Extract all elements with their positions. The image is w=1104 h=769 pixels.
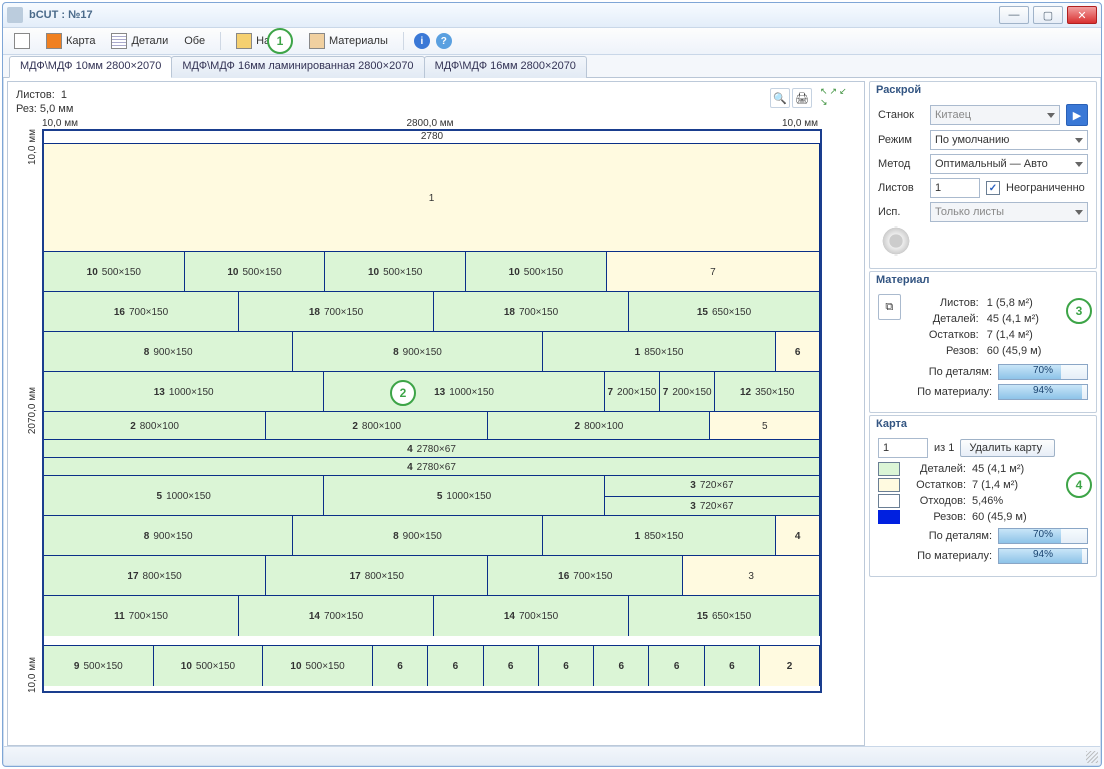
toolbar-btn-materials[interactable]: Материалы [304, 30, 393, 52]
map-of-label: из 1 [934, 442, 954, 454]
maximize-button[interactable]: ▢ [1033, 6, 1063, 24]
gear-icon [236, 33, 252, 49]
machine-select[interactable]: Китаец [930, 105, 1060, 125]
sheet-info: Листов: 1 Рез: 5,0 мм [16, 88, 73, 116]
details-icon [111, 33, 127, 49]
cutting-sheet[interactable]: 2780 406 150 150 150 150 100 150 150 [42, 129, 822, 693]
canvas-pane: Листов: 1 Рез: 5,0 мм 🔍 🖨 ↖↗↙↘ 10,0 мм [7, 81, 865, 746]
tab-mdf16lam[interactable]: МДФ\МДФ 16мм ламинированная 2800×2070 [171, 56, 424, 78]
panel-title: Материал [870, 272, 1096, 288]
unlimited-checkbox[interactable]: ✓ [986, 181, 1000, 195]
legend-waste-swatch [878, 494, 900, 508]
map-label: Карта [66, 35, 95, 47]
panel-material: Материал ⧉ Листов:1 (5,8 м²) Деталей:45 … [869, 271, 1097, 413]
top-width-label: 2780 [44, 131, 820, 142]
sheets-spin[interactable]: 1 [930, 178, 980, 198]
separator [403, 32, 404, 50]
tab-bar: МДФ\МДФ 10мм 2800×2070 МДФ\МДФ 16мм лами… [3, 55, 1101, 78]
tab-mdf10[interactable]: МДФ\МДФ 10мм 2800×2070 [9, 56, 172, 78]
saw-icon[interactable] [878, 226, 914, 256]
minimize-button[interactable]: — [999, 6, 1029, 24]
bymat-bar: 94% [998, 384, 1088, 400]
callout-2: 2 [390, 380, 416, 406]
use-select[interactable]: Только листы [930, 202, 1088, 222]
legend-parts-swatch [878, 462, 900, 476]
info-icon[interactable]: i [414, 33, 430, 49]
panel-title: Карта [870, 416, 1096, 432]
tab-mdf16[interactable]: МДФ\МДФ 16мм 2800×2070 [424, 56, 587, 78]
byparts-bar: 70% [998, 364, 1088, 380]
panel-map: Карта 1 из 1 Удалить карту Деталей:45 (4… [869, 415, 1097, 577]
method-select[interactable]: Оптимальный — Авто [930, 154, 1088, 174]
materials-icon [309, 33, 325, 49]
toolbar-btn-map[interactable]: Карта [41, 30, 100, 52]
copy-icon[interactable]: ⧉ [878, 294, 901, 320]
status-bar [4, 746, 1100, 765]
fit-arrows[interactable]: ↖↗↙↘ [820, 88, 856, 108]
separator [220, 32, 221, 50]
sheet-icon [14, 33, 30, 49]
app-icon [7, 7, 23, 23]
map-byparts-bar: 70% [998, 528, 1088, 544]
toolbar-btn-cut[interactable] [9, 30, 35, 52]
material-stats: Листов:1 (5,8 м²) Деталей:45 (4,1 м²) Ос… [907, 294, 1088, 360]
h-ruler: 10,0 мм 2800,0 мм 10,0 мм [42, 118, 818, 129]
toolbar: Карта Детали Обе Настро Материалы i ? 1 [3, 28, 1101, 55]
run-icon[interactable]: ▶ [1066, 104, 1088, 126]
toolbar-btn-both[interactable]: Обе [179, 32, 210, 50]
title-bar: bCUT : №17 — ▢ ✕ [3, 3, 1101, 28]
print-icon[interactable]: 🖨 [792, 88, 812, 108]
zoom-icon[interactable]: 🔍 [770, 88, 790, 108]
help-icon[interactable]: ? [436, 33, 452, 49]
panel-cut: Раскрой СтанокКитаец▶ РежимПо умолчанию … [869, 81, 1097, 269]
callout-1: 1 [267, 28, 293, 54]
resize-grip-icon[interactable] [1086, 751, 1098, 763]
legend-cuts-swatch [878, 510, 900, 524]
details-label: Детали [131, 35, 168, 47]
toolbar-btn-details[interactable]: Детали [106, 30, 173, 52]
panel-title: Раскрой [870, 82, 1096, 98]
callout-4: 4 [1066, 472, 1092, 498]
callout-3: 3 [1066, 298, 1092, 324]
unlimited-label: Неограниченно [1006, 182, 1085, 194]
legend-off-swatch [878, 478, 900, 492]
map-icon [46, 33, 62, 49]
map-bymat-bar: 94% [998, 548, 1088, 564]
delete-map-button[interactable]: Удалить карту [960, 439, 1055, 457]
mode-select[interactable]: По умолчанию [930, 130, 1088, 150]
materials-label: Материалы [329, 35, 388, 47]
v-ruler: 10,0 мм 2070,0 мм 10,0 мм [18, 129, 38, 693]
map-num[interactable]: 1 [878, 438, 928, 458]
window-title: bCUT : №17 [29, 9, 999, 21]
close-button[interactable]: ✕ [1067, 6, 1097, 24]
both-label: Обе [184, 35, 205, 47]
